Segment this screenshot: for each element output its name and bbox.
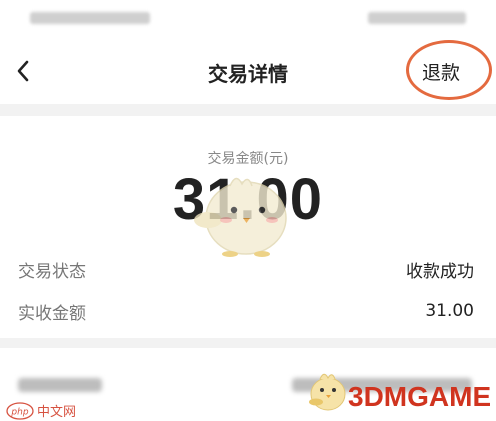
detail-value: 31.00: [425, 301, 474, 321]
3dmgame-watermark-icon: 3DMGAME: [309, 373, 490, 412]
detail-label: 实收金额: [18, 303, 86, 324]
refund-button-label: 退款: [421, 61, 460, 84]
svg-text:3DMGAME: 3DMGAME: [348, 381, 490, 412]
status-bar-left-info: [30, 12, 150, 24]
app-screen: 交易详情 退款 交易金额(元) 31.00 交易状态 收款成功 实收金额 31.…: [0, 0, 496, 421]
detail-row-received: 实收金额 31.00: [18, 297, 474, 325]
blurred-label: [18, 378, 102, 392]
detail-label: 交易状态: [18, 261, 86, 282]
status-bar-right-info: [368, 12, 466, 24]
php-site-watermark-icon: php 中文网: [6, 402, 76, 420]
detail-row-status: 交易状态 收款成功: [18, 255, 474, 283]
amount-label: 交易金额(元): [207, 151, 289, 167]
detail-value: 收款成功: [406, 261, 474, 282]
transaction-card: 交易金额(元) 31.00 交易状态 收款成功 实收金额 31.00: [0, 116, 496, 338]
navigation-bar: 交易详情 退款: [0, 38, 496, 104]
amount-value: 31.00: [172, 167, 324, 232]
svg-text:php: php: [10, 408, 28, 418]
status-bar: [0, 0, 496, 38]
refund-button[interactable]: 退款: [406, 52, 476, 90]
svg-text:中文网: 中文网: [37, 405, 76, 420]
